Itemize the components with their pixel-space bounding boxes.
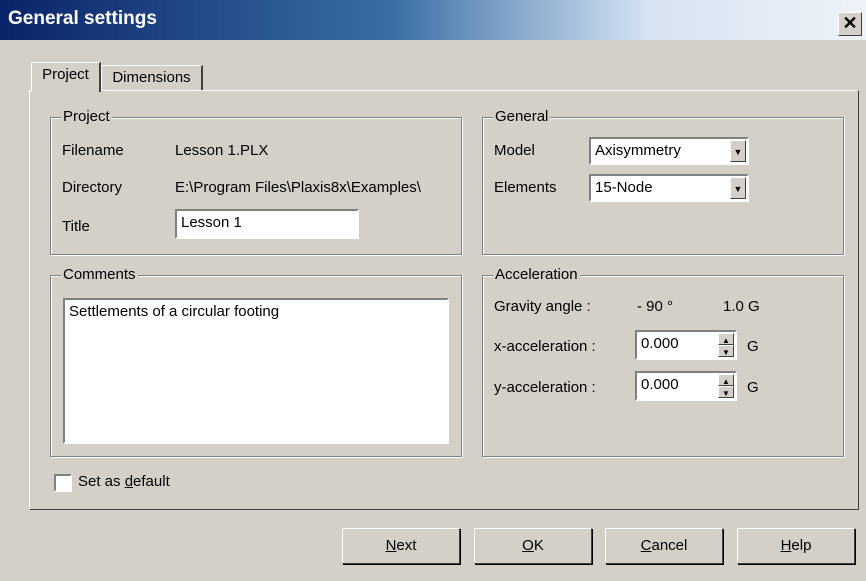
directory-value: E:\Program Files\Plaxis8x\Examples\ — [175, 179, 421, 196]
close-button[interactable]: ✕ — [838, 12, 862, 36]
filename-value: Lesson 1.PLX — [175, 142, 269, 159]
title-input[interactable]: Lesson 1 — [175, 209, 359, 239]
spin-down-icon[interactable]: ▼ — [718, 386, 734, 398]
dropdown-arrow-icon[interactable]: ▼ — [730, 140, 746, 162]
model-label: Model — [494, 142, 535, 159]
tab-dimensions-label: Dimensions — [112, 69, 191, 86]
comments-group: Comments Settlements of a circular footi… — [50, 266, 462, 457]
spin-up-icon[interactable]: ▲ — [718, 333, 734, 345]
y-acceleration-label: y-acceleration : — [494, 379, 596, 396]
x-acceleration-label: x-acceleration : — [494, 338, 596, 355]
tab-project[interactable]: Project — [31, 62, 101, 92]
general-group-legend: General — [493, 108, 551, 125]
comments-group-legend: Comments — [61, 266, 138, 283]
acceleration-group: Acceleration Gravity angle : - 90 ° 1.0 … — [482, 266, 844, 457]
directory-label: Directory — [62, 179, 123, 196]
close-icon: ✕ — [842, 13, 858, 33]
title-label: Title — [62, 218, 90, 235]
gravity-g-value: 1.0 G — [723, 298, 760, 315]
acceleration-group-legend: Acceleration — [493, 266, 580, 283]
y-acceleration-spinner[interactable]: ▲ ▼ — [718, 374, 734, 398]
elements-label: Elements — [494, 179, 557, 196]
ok-button[interactable]: OK — [474, 528, 592, 564]
filename-label: Filename — [62, 142, 124, 159]
project-group: Project Filename Lesson 1.PLX Directory … — [50, 108, 462, 255]
x-acceleration-input[interactable]: 0.000 ▲ ▼ — [635, 330, 737, 360]
next-button[interactable]: Next — [342, 528, 460, 564]
spin-up-icon[interactable]: ▲ — [718, 374, 734, 386]
model-select[interactable]: Axisymmetry ▼ — [589, 137, 749, 165]
model-select-value: Axisymmetry — [595, 142, 681, 159]
tab-project-label: Project — [42, 66, 89, 83]
tab-dimensions[interactable]: Dimensions — [101, 65, 203, 91]
x-acceleration-value: 0.000 — [641, 335, 679, 352]
y-acceleration-unit: G — [747, 379, 759, 396]
y-acceleration-value: 0.000 — [641, 376, 679, 393]
tab-panel-project: Project Filename Lesson 1.PLX Directory … — [29, 90, 859, 510]
spin-down-icon[interactable]: ▼ — [718, 345, 734, 357]
y-acceleration-input[interactable]: 0.000 ▲ ▼ — [635, 371, 737, 401]
general-group: General Model Axisymmetry ▼ Elements 15-… — [482, 108, 844, 255]
dropdown-arrow-icon[interactable]: ▼ — [730, 177, 746, 199]
x-acceleration-unit: G — [747, 338, 759, 355]
x-acceleration-spinner[interactable]: ▲ ▼ — [718, 333, 734, 357]
comments-textarea[interactable]: Settlements of a circular footing — [63, 298, 449, 444]
project-group-legend: Project — [61, 108, 112, 125]
set-as-default-checkbox[interactable] — [54, 474, 72, 492]
cancel-button[interactable]: Cancel — [605, 528, 723, 564]
gravity-angle-label: Gravity angle : — [494, 298, 591, 315]
set-as-default-label[interactable]: Set as default — [78, 473, 170, 490]
gravity-angle-value: - 90 ° — [637, 298, 674, 315]
title-bar: General settings ✕ — [0, 0, 866, 40]
help-button[interactable]: Help — [737, 528, 855, 564]
elements-select-value: 15-Node — [595, 179, 653, 196]
elements-select[interactable]: 15-Node ▼ — [589, 174, 749, 202]
window-title: General settings — [8, 8, 157, 29]
